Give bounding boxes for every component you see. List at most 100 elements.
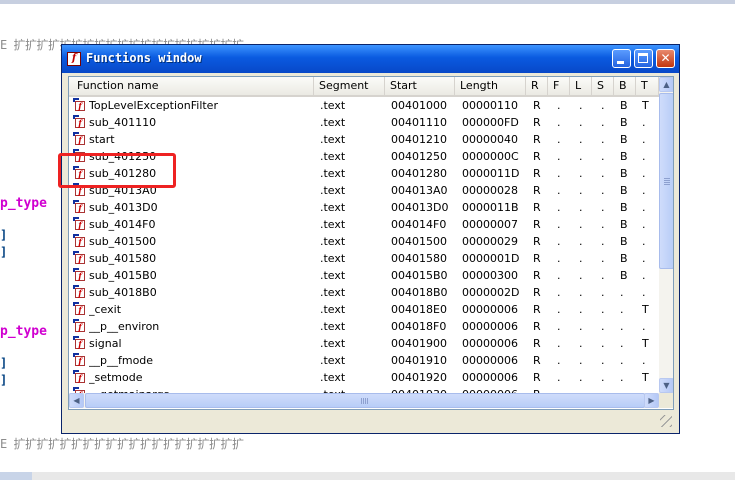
function-name-cell: sub_4015B0: [89, 269, 157, 282]
length-cell: 00000007: [462, 218, 518, 231]
minimize-button[interactable]: [612, 49, 631, 68]
l-cell: .: [579, 320, 583, 333]
f-cell: .: [557, 218, 561, 231]
table-row[interactable]: f _cexit .text 004018E0 00000006 R.... T: [69, 301, 659, 318]
function-name-cell: __p__fmode: [89, 354, 154, 367]
background-bracket: ]: [0, 373, 8, 387]
start-cell: 00401280: [391, 167, 447, 180]
table-row[interactable]: f sub_4018B0 .text 004018B0 0000002D R.....: [69, 284, 659, 301]
table-row[interactable]: f sub_4013D0 .text 004013D0 0000011B R... B.: [69, 199, 659, 216]
scroll-up-button[interactable]: ▲: [659, 77, 673, 92]
t-cell: .: [642, 150, 646, 163]
length-cell: 0000002D: [462, 286, 520, 299]
r-cell: R: [533, 235, 541, 248]
r-cell: R: [533, 252, 541, 265]
length-cell: 00000029: [462, 235, 518, 248]
r-cell: R: [533, 286, 541, 299]
table-row[interactable]: f __p__environ .text 004018F0 00000006 R.....: [69, 318, 659, 335]
r-cell: R: [533, 269, 541, 282]
column-f[interactable]: F: [548, 77, 570, 95]
background-bracket: ]: [0, 245, 8, 259]
functions-window: f Functions window ✕ Function name Segme…: [61, 44, 680, 434]
vertical-scrollbar[interactable]: ▲ ▼: [659, 77, 673, 393]
r-cell: R: [533, 201, 541, 214]
column-segment[interactable]: Segment: [314, 77, 385, 95]
column-s[interactable]: S: [592, 77, 614, 95]
function-icon: f: [73, 336, 85, 349]
maximize-button[interactable]: [634, 49, 653, 68]
table-row[interactable]: f start .text 00401210 00000040 R... B.: [69, 131, 659, 148]
segment-cell: .text: [320, 252, 346, 265]
length-cell: 0000011B: [462, 201, 519, 214]
r-cell: R: [533, 218, 541, 231]
r-cell: R: [533, 184, 541, 197]
highlight-annotation: [58, 153, 176, 188]
function-icon: f: [73, 370, 85, 383]
t-cell: .: [642, 133, 646, 146]
t-cell: .: [642, 354, 646, 367]
t-cell: .: [642, 252, 646, 265]
b-cell: B: [620, 99, 628, 112]
column-start[interactable]: Start: [385, 77, 455, 95]
t-cell: .: [642, 201, 646, 214]
function-icon: f: [73, 200, 85, 213]
functions-list[interactable]: Function name Segment Start Length R F L…: [68, 76, 674, 410]
start-cell: 004015B0: [391, 269, 448, 282]
f-cell: .: [557, 201, 561, 214]
length-cell: 00000110: [462, 99, 518, 112]
r-cell: R: [533, 116, 541, 129]
scroll-right-button[interactable]: ▶: [644, 393, 659, 408]
function-name-cell: start: [89, 133, 115, 146]
s-cell: .: [601, 269, 605, 282]
table-row[interactable]: f sub_401500 .text 00401500 00000029 R... B.: [69, 233, 659, 250]
column-l[interactable]: L: [570, 77, 592, 95]
table-row[interactable]: f sub_4014F0 .text 004014F0 00000007 R... B.: [69, 216, 659, 233]
s-cell: .: [601, 167, 605, 180]
s-cell: .: [601, 116, 605, 129]
s-cell: .: [601, 320, 605, 333]
horizontal-scroll-thumb[interactable]: [85, 393, 645, 408]
column-t[interactable]: T: [636, 77, 659, 95]
column-function-name[interactable]: Function name: [69, 77, 314, 95]
function-icon: f: [73, 115, 85, 128]
column-b[interactable]: B: [614, 77, 636, 95]
length-cell: 00000006: [462, 337, 518, 350]
segment-cell: .text: [320, 116, 346, 129]
column-r[interactable]: R: [526, 77, 548, 95]
table-row[interactable]: f TopLevelExceptionFilter .text 00401000 000…: [69, 97, 659, 114]
background-status-strip: [0, 472, 735, 480]
horizontal-scrollbar[interactable]: ◀ ▶: [69, 393, 659, 408]
resize-grip-icon[interactable]: [660, 415, 672, 427]
start-cell: 00401210: [391, 133, 447, 146]
function-icon: f: [73, 98, 85, 111]
segment-cell: .text: [320, 150, 346, 163]
window-titlebar[interactable]: f Functions window ✕: [62, 45, 679, 73]
length-cell: 00000040: [462, 133, 518, 146]
t-cell: .: [642, 286, 646, 299]
l-cell: .: [579, 269, 583, 282]
f-cell: .: [557, 116, 561, 129]
table-row[interactable]: f _setmode .text 00401920 00000006 R.... T: [69, 369, 659, 386]
scroll-down-button[interactable]: ▼: [659, 378, 673, 393]
start-cell: 004013A0: [391, 184, 448, 197]
r-cell: R: [533, 337, 541, 350]
scroll-left-button[interactable]: ◀: [69, 393, 84, 408]
b-cell: .: [620, 371, 624, 384]
function-name-cell: sub_401110: [89, 116, 157, 129]
close-button[interactable]: ✕: [656, 49, 675, 68]
l-cell: .: [579, 150, 583, 163]
function-icon: f: [67, 52, 81, 66]
table-row[interactable]: f signal .text 00401900 00000006 R.... T: [69, 335, 659, 352]
column-length[interactable]: Length: [455, 77, 526, 95]
table-row[interactable]: f sub_4015B0 .text 004015B0 00000300 R... B.: [69, 267, 659, 284]
l-cell: .: [579, 133, 583, 146]
table-row[interactable]: f sub_401110 .text 00401110 000000FD R... B.: [69, 114, 659, 131]
b-cell: B: [620, 218, 628, 231]
vertical-scroll-thumb[interactable]: [659, 93, 673, 269]
t-cell: T: [642, 371, 649, 384]
t-cell: .: [642, 218, 646, 231]
l-cell: .: [579, 184, 583, 197]
table-row[interactable]: f __p__fmode .text 00401910 00000006 R.....: [69, 352, 659, 369]
start-cell: 00401900: [391, 337, 447, 350]
table-row[interactable]: f sub_401580 .text 00401580 0000001D R... B.: [69, 250, 659, 267]
